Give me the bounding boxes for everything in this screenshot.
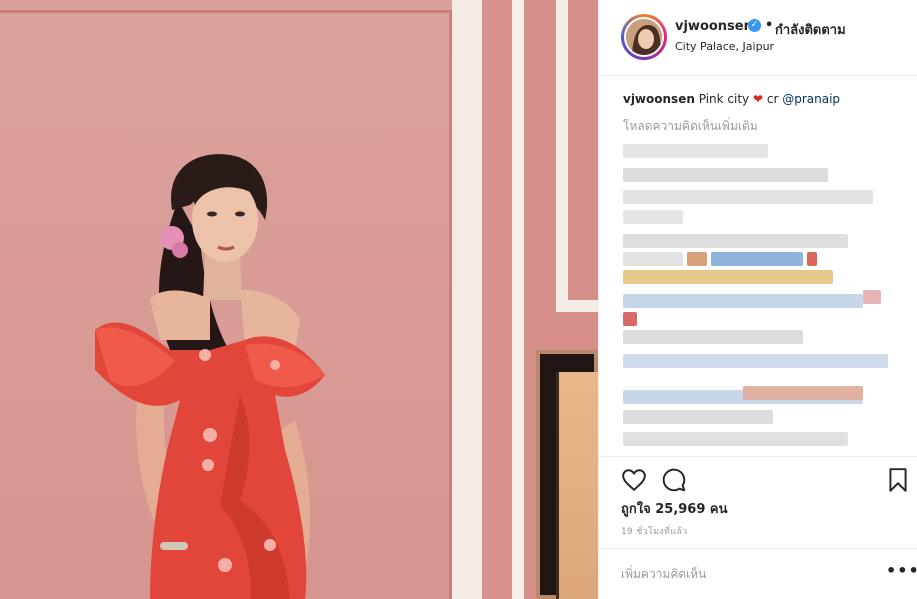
caption-credit: cr (766, 92, 779, 106)
blurred-line (623, 210, 683, 224)
bookmark-icon[interactable] (885, 467, 911, 493)
blurred-comments (623, 140, 911, 450)
blurred-line (807, 252, 817, 266)
load-more-comments-button[interactable]: โหลดความคิดเห็นเพิ่มเติม (623, 117, 758, 136)
comment-input[interactable] (621, 563, 861, 585)
blurred-line (687, 252, 707, 266)
action-bar (599, 456, 917, 496)
blurred-line (743, 386, 863, 400)
comment-icon[interactable] (661, 467, 687, 493)
caption: vjwoonsen Pink city ❤ cr @pranaip (623, 91, 913, 107)
separator-dot: • (765, 18, 774, 33)
post-header: vjwoonsen ✓ • กำลังติดตาม City Palace, J… (599, 0, 917, 76)
woman-figure (95, 154, 325, 599)
like-count[interactable]: ถูกใจ 25,969 คน (621, 498, 728, 519)
post-photo[interactable] (0, 0, 598, 599)
blurred-line (623, 234, 848, 248)
caption-text: Pink city (698, 92, 750, 106)
avatar[interactable] (624, 17, 664, 57)
comment-bar: ••• (599, 548, 917, 599)
blurred-line (863, 290, 881, 304)
blurred-line (711, 252, 803, 266)
caption-username[interactable]: vjwoonsen (623, 92, 695, 106)
heart-icon[interactable] (621, 467, 647, 493)
location-link[interactable]: City Palace, Jaipur (675, 40, 774, 53)
blurred-line (623, 330, 803, 344)
blurred-line (623, 252, 683, 266)
blurred-line (623, 354, 888, 368)
caption-mention-link[interactable]: @pranaip (782, 92, 840, 106)
blurred-line (623, 144, 768, 158)
blurred-line (623, 190, 873, 204)
blurred-line (623, 270, 833, 284)
blurred-line (623, 168, 828, 182)
following-button[interactable]: กำลังติดตาม (775, 19, 846, 40)
post-timestamp[interactable]: 19 ชั่วโมงที่แล้ว (621, 524, 688, 538)
blurred-line (623, 410, 773, 424)
red-heart-emoji: ❤ (752, 92, 764, 106)
verified-badge-icon: ✓ (748, 19, 761, 32)
post-sidebar: vjwoonsen ✓ • กำลังติดตาม City Palace, J… (598, 0, 917, 599)
blurred-line (623, 432, 848, 446)
more-options-button[interactable]: ••• (886, 561, 917, 580)
username[interactable]: vjwoonsen (675, 19, 753, 34)
blurred-line (623, 294, 863, 308)
blurred-line (623, 312, 637, 326)
